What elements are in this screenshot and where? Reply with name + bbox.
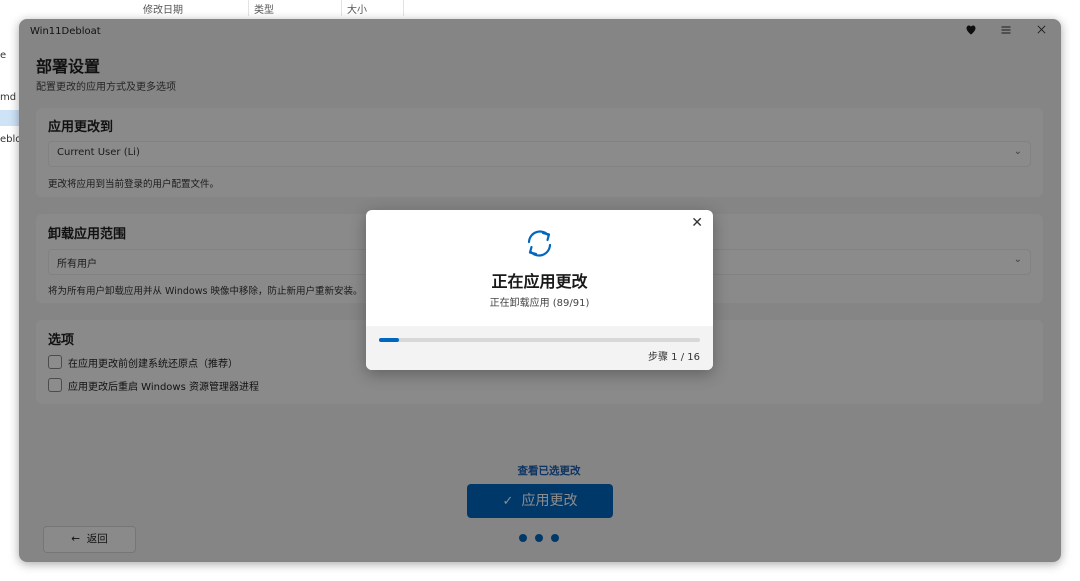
close-icon[interactable]: ✕ [691,215,703,231]
dialog-status: 正在卸载应用 (89/91) [489,298,590,309]
file-item[interactable]: md [0,92,16,103]
dialog-title: 正在应用更改 [491,272,588,291]
progress-bar-fill [379,338,400,342]
step-counter: 步骤 1 / 16 [648,352,700,363]
column-type[interactable]: 类型 [254,1,274,16]
column-modified-date[interactable]: 修改日期 [143,1,183,16]
file-item[interactable]: e [0,50,6,61]
progress-bar [379,338,700,342]
sync-icon [527,230,552,257]
applying-changes-dialog: ✕ 正在应用更改 正在卸载应用 (89/91) 步骤 1 / 16 [366,210,713,370]
app-window: Win11Debloat 部署设置 配置更改的应用方式及更多选项 应用更改到 C… [19,19,1061,562]
dialog-footer: 步骤 1 / 16 [366,326,713,370]
explorer-column-header: 修改日期 类型 大小 [0,0,420,16]
column-size[interactable]: 大小 [347,1,367,16]
file-item-selected[interactable] [0,110,20,126]
